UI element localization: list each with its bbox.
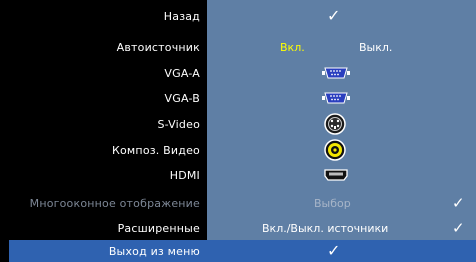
menu-row-composite[interactable]: Композ. Видео bbox=[0, 139, 476, 161]
menu-row-multi-window: Многооконное отображение Выбор ✓ bbox=[0, 192, 476, 214]
hdmi-label: HDMI bbox=[169, 168, 200, 182]
composite-rca-icon[interactable] bbox=[324, 139, 346, 161]
vga-connector-icon[interactable] bbox=[322, 67, 350, 79]
vga-b-label: VGA-B bbox=[164, 91, 200, 105]
menu-row-vga-b[interactable]: VGA-B bbox=[0, 87, 476, 109]
osd-menu: Назад ✓ Автоисточник Вкл. Выкл. VGA-A VG… bbox=[0, 0, 476, 262]
back-check-icon[interactable]: ✓ bbox=[327, 8, 340, 24]
auto-source-label: Автоисточник bbox=[116, 40, 200, 54]
exit-menu-label: Выход из меню bbox=[108, 244, 200, 258]
s-video-label: S-Video bbox=[157, 117, 200, 131]
exit-check-icon[interactable]: ✓ bbox=[327, 243, 340, 259]
multi-window-label: Многооконное отображение bbox=[29, 196, 200, 210]
vga-a-label: VGA-A bbox=[164, 66, 200, 80]
hdmi-connector-icon[interactable] bbox=[324, 169, 348, 181]
back-label: Назад bbox=[163, 9, 200, 23]
multi-window-check-icon: ✓ bbox=[452, 194, 465, 212]
menu-row-s-video[interactable]: S-Video bbox=[0, 113, 476, 135]
menu-row-exit[interactable]: Выход из меню ✓ bbox=[0, 240, 476, 262]
auto-source-off-option[interactable]: Выкл. bbox=[359, 41, 392, 54]
advanced-check-icon[interactable]: ✓ bbox=[452, 221, 465, 236]
menu-row-back[interactable]: Назад ✓ bbox=[0, 5, 476, 27]
menu-row-hdmi[interactable]: HDMI bbox=[0, 164, 476, 186]
menu-row-auto-source[interactable]: Автоисточник Вкл. Выкл. bbox=[0, 36, 476, 58]
vga-connector-icon[interactable] bbox=[322, 92, 350, 104]
advanced-label: Расширенные bbox=[117, 221, 200, 235]
multi-window-value: Выбор bbox=[314, 196, 351, 210]
auto-source-on-option[interactable]: Вкл. bbox=[280, 41, 305, 54]
menu-row-advanced[interactable]: Расширенные Вкл./Выкл. источники ✓ bbox=[0, 217, 476, 239]
advanced-value[interactable]: Вкл./Выкл. источники bbox=[262, 222, 388, 235]
composite-label: Композ. Видео bbox=[111, 143, 200, 157]
menu-row-vga-a[interactable]: VGA-A bbox=[0, 62, 476, 84]
svideo-connector-icon[interactable] bbox=[324, 113, 346, 135]
